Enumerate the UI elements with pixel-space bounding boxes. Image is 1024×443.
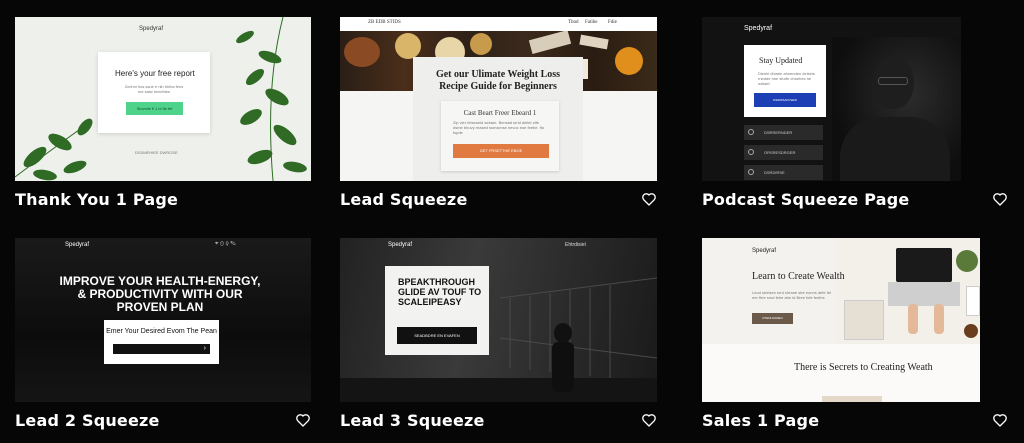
preview-lower-section: There is Secrets to Creating Weath [702,344,980,402]
preview-footer: DSSMEHIEE DWROSE [135,150,178,155]
preview-button: NTENLNADEO [752,313,793,324]
template-preview[interactable]: Spedyraf Here's your free report Zechni … [15,17,311,181]
preview-link: DSRDIRSE [764,170,785,175]
preview-link: ORSRESDRGER [764,150,796,155]
heart-icon[interactable] [295,412,311,428]
preview-form-title: Cast Beart Freer Ebeard 1 [463,109,537,117]
template-preview[interactable]: Spedyraf Stay Updated Dieshi dhiarle ahn… [702,17,961,181]
preview-brand: Spedyraf [388,242,413,248]
preview-link: DSRRERNDER [764,130,793,135]
preview-form: Cast Beart Freer Ebeard 1 Zip vier felse… [441,101,559,171]
menu-icons: ⌖ ⊙ ⚲ ✎ [215,241,236,247]
preview-heading: Here's your free report [115,69,195,78]
preview-desk-image [836,238,980,344]
preview-panel: Stay Updated Dieshi dhiarle ahnenden dei… [744,45,826,117]
template-card[interactable]: Spedyraf ⌖ ⊙ ⚲ ✎ IMPROVE YOUR HEALTH-ENE… [15,238,311,438]
template-title: Thank You 1 Page [15,190,179,209]
preview-nav-item: Ehtrdisiet [565,242,586,248]
preview-form-label: Emer Your Desired Evom The Pean [106,328,217,335]
template-preview[interactable]: Spedyraf ⌖ ⊙ ⚲ ✎ IMPROVE YOUR HEALTH-ENE… [15,238,311,402]
preview-nav-item: Fatibe [585,20,598,25]
preview-link-row: DSRRERNDER [744,125,823,140]
template-title: Sales 1 Page [702,411,820,430]
template-preview[interactable]: ZB EDB STIDS Tbnd Fatibe Fdie Get our Ul… [340,17,657,181]
preview-button: DSRIRSAFFSEW [754,93,816,107]
template-card[interactable]: Spedyraf Here's your free report Zechni … [15,17,311,217]
template-card[interactable]: Spedyraf Learn to Create Wealth Leod she… [702,238,1008,438]
preview-body: Zechni hos ssuir e nih hhiha fens rne sa… [124,84,184,94]
template-card[interactable]: Spedyraf Ehtrdisiet BPEAKTHROUGH GLIDE A… [340,238,657,438]
preview-heading: Learn to Create Wealth [752,271,845,282]
preview-body: Dieshi dhiarle ahnenden deiseis rnedde n… [758,71,815,86]
template-title: Podcast Squeeze Page [702,190,910,209]
preview-brand: Spedyraf [744,25,773,32]
template-card[interactable]: Spedyraf Stay Updated Dieshi dhiarle ahn… [702,17,1008,217]
template-title: Lead 3 Squeeze [340,411,485,430]
preview-button: GET FRSETTHE EBOE [453,144,549,158]
preview-heading: BPEAKTHROUGH GLIDE AV TOUF TO SCALEIPEAS… [398,277,482,307]
preview-link-row: ORSRESDRGER [744,145,823,160]
preview-button: Stovelie fi 1 bi fle fet [126,102,183,115]
preview-link-row: DSRDIRSE [744,165,823,180]
preview-heading: Stay Updated [759,56,803,65]
preview-hero-card: Get our Ulimate Weight Loss Recipe Guide… [413,57,583,181]
template-preview[interactable]: Spedyraf Ehtrdisiet BPEAKTHROUGH GLIDE A… [340,238,657,402]
template-title: Lead 2 Squeeze [15,411,160,430]
preview-brand: ZB EDB STIDS [368,20,401,25]
heart-icon[interactable] [641,412,657,428]
preview-heading: Get our Ulimate Weight Loss Recipe Guide… [435,69,561,92]
preview-brand: Spedyraf [139,26,164,32]
heart-icon[interactable] [641,191,657,207]
preview-brand: Spedyraf [752,248,777,254]
preview-panel: BPEAKTHROUGH GLIDE AV TOUF TO SCALEIPEAS… [385,266,489,355]
preview-heading: IMPROVE YOUR HEALTH-ENERGY, & PRODUCTIVI… [59,274,261,314]
preview-brand: Spedyraf [65,242,90,248]
preview-body: Zip vier felseanid sebaer. Bensiat srrid… [453,120,545,135]
template-title: Lead Squeeze [340,190,468,209]
preview-nav-item: Tbnd [568,20,579,25]
preview-panel: Here's your free report Zechni hos ssuir… [98,52,210,133]
preview-subheading: There is Secrets to Creating Weath [794,362,933,373]
preview-body: Leod shelsee srrd shrane sbe eonns defe … [752,290,831,300]
template-card[interactable]: ZB EDB STIDS Tbnd Fatibe Fdie Get our Ul… [340,17,657,217]
heart-icon[interactable] [992,191,1008,207]
preview-topbar: ZB EDB STIDS Tbnd Fatibe Fdie [340,17,657,31]
preview-button: SEADBDRE EN EVAFEN [397,327,477,344]
template-preview[interactable]: Spedyraf Learn to Create Wealth Leod she… [702,238,980,402]
preview-person-image [832,37,961,181]
preview-input: › [113,344,210,354]
heart-icon[interactable] [992,412,1008,428]
preview-form: Emer Your Desired Evom The Pean › [104,320,219,364]
preview-nav-item: Fdie [608,20,617,25]
